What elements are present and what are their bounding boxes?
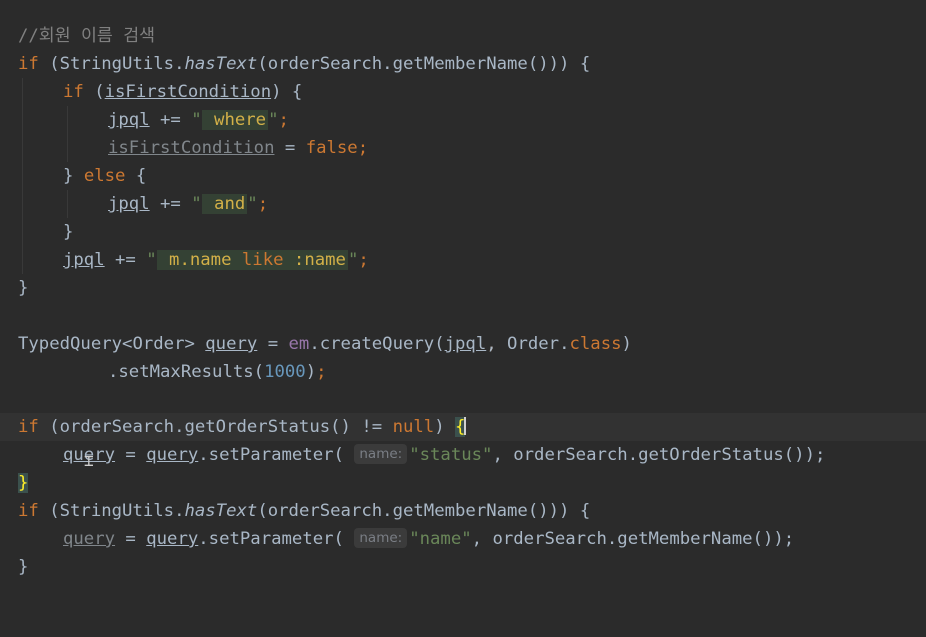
code-editor[interactable]: //회원 이름 검색 if (StringUtils.hasText(order… — [0, 0, 926, 596]
keyword-null: null — [392, 417, 435, 437]
string-quote: " — [347, 250, 359, 270]
keyword-false: false — [305, 138, 358, 158]
variable-query: query — [146, 445, 199, 465]
string-where: where — [201, 110, 269, 130]
code-line: jpql += " and "; — [0, 190, 926, 218]
code-line: if (StringUtils.hasText(orderSearch.getM… — [0, 497, 926, 525]
semicolon: ; — [358, 250, 369, 270]
string-name: "name" — [409, 529, 472, 549]
string-part: m.name — [158, 250, 242, 270]
code-line: } — [0, 274, 926, 302]
variable-jpql: jpql — [108, 194, 150, 214]
code-text: , Order. — [486, 334, 570, 354]
semicolon: ; — [316, 362, 327, 382]
close-brace: } — [63, 222, 74, 242]
string-part: :name — [283, 250, 346, 270]
keyword-if: if — [18, 417, 39, 437]
operator: += — [104, 250, 147, 270]
string-quote: " — [268, 110, 279, 130]
variable-isFirstCondition: isFirstCondition — [108, 138, 275, 158]
number-literal: 1000 — [264, 362, 306, 382]
code-line: TypedQuery<Order> query = em.createQuery… — [0, 330, 926, 358]
code-line: if (StringUtils.hasText(orderSearch.getM… — [0, 50, 926, 78]
code-line: query = query.setParameter( name: "status… — [0, 441, 926, 469]
variable-query: query — [146, 529, 199, 549]
code-line: jpql += " m.name like :name "; — [0, 246, 926, 274]
string-quote: " — [191, 110, 202, 130]
semicolon: ; — [278, 110, 289, 130]
operator: = — [257, 334, 289, 354]
close-brace: } — [18, 278, 29, 298]
code-line: } — [0, 218, 926, 246]
variable-query: query — [205, 334, 258, 354]
parameter-hint: name: — [354, 444, 408, 464]
code-line: if (isFirstCondition) { — [0, 78, 926, 106]
operator: += — [149, 194, 192, 214]
code-text: (orderSearch.getMemberName())) { — [257, 54, 591, 74]
code-line: query = query.setParameter( name: "name",… — [0, 525, 926, 553]
code-line: } — [0, 469, 926, 497]
code-text: ) { — [271, 82, 303, 102]
variable-isFirstCondition: isFirstCondition — [104, 82, 272, 102]
code-line: isFirstCondition = false; — [0, 134, 926, 162]
string-quote: " — [191, 194, 202, 214]
string-keyword-like: like — [241, 250, 284, 270]
code-line: } — [0, 553, 926, 581]
operator: = — [115, 529, 147, 549]
string-name-like: m.name like :name — [156, 250, 348, 270]
string-quote: " — [247, 194, 258, 214]
variable-jpql: jpql — [108, 110, 150, 130]
text-select-cursor-icon: ⌶ — [84, 451, 94, 470]
keyword-if: if — [18, 501, 39, 521]
code-text: (StringUtils. — [38, 54, 185, 74]
semicolon: ; — [257, 194, 269, 214]
parameter-hint: name: — [354, 528, 408, 548]
keyword-else: else — [83, 166, 126, 186]
method-hasText: hasText — [184, 54, 258, 74]
code-line-current: if (orderSearch.getOrderStatus() != null… — [0, 413, 926, 441]
text-cursor — [464, 417, 467, 435]
string-and: and — [201, 194, 248, 214]
keyword-if: if — [63, 82, 84, 102]
code-text: ) — [305, 362, 317, 382]
keyword-class: class — [569, 334, 622, 354]
close-brace: } — [18, 557, 29, 577]
variable-jpql: jpql — [444, 334, 487, 354]
variable-jpql: jpql — [63, 250, 105, 270]
code-text: .setMaxResults( — [108, 362, 265, 382]
code-line: .setMaxResults(1000); — [0, 358, 926, 386]
method-hasText: hasText — [184, 501, 258, 521]
code-text: , orderSearch.getOrderStatus()); — [492, 445, 826, 465]
code-text: TypedQuery<Order> — [18, 334, 206, 354]
close-brace: } — [63, 166, 84, 186]
string-quote: " — [146, 250, 157, 270]
code-text: (StringUtils. — [38, 501, 185, 521]
semicolon: ; — [357, 138, 369, 158]
comment: //회원 이름 검색 — [18, 26, 156, 46]
operator: += — [149, 110, 192, 130]
code-text: ) — [621, 334, 632, 354]
code-text: ) — [434, 417, 455, 437]
code-text: .createQuery( — [309, 334, 445, 354]
matched-brace-close: } — [18, 473, 29, 493]
code-line: jpql += " where "; — [0, 106, 926, 134]
open-brace: { — [125, 166, 147, 186]
field-em: em — [288, 334, 310, 354]
string-status: "status" — [409, 445, 493, 465]
code-line: } else { — [0, 162, 926, 190]
code-text: .setParameter( — [198, 445, 355, 465]
code-text: ( — [83, 82, 105, 102]
code-text: (orderSearch.getOrderStatus() != — [38, 417, 393, 437]
operator: = — [115, 445, 147, 465]
keyword-if: if — [18, 54, 39, 74]
variable-query: query — [63, 529, 116, 549]
operator: = — [274, 138, 306, 158]
code-text: , orderSearch.getMemberName()); — [471, 529, 795, 549]
code-line: //회원 이름 검색 — [0, 22, 926, 50]
code-text: (orderSearch.getMemberName())) { — [257, 501, 591, 521]
code-text: .setParameter( — [198, 529, 355, 549]
